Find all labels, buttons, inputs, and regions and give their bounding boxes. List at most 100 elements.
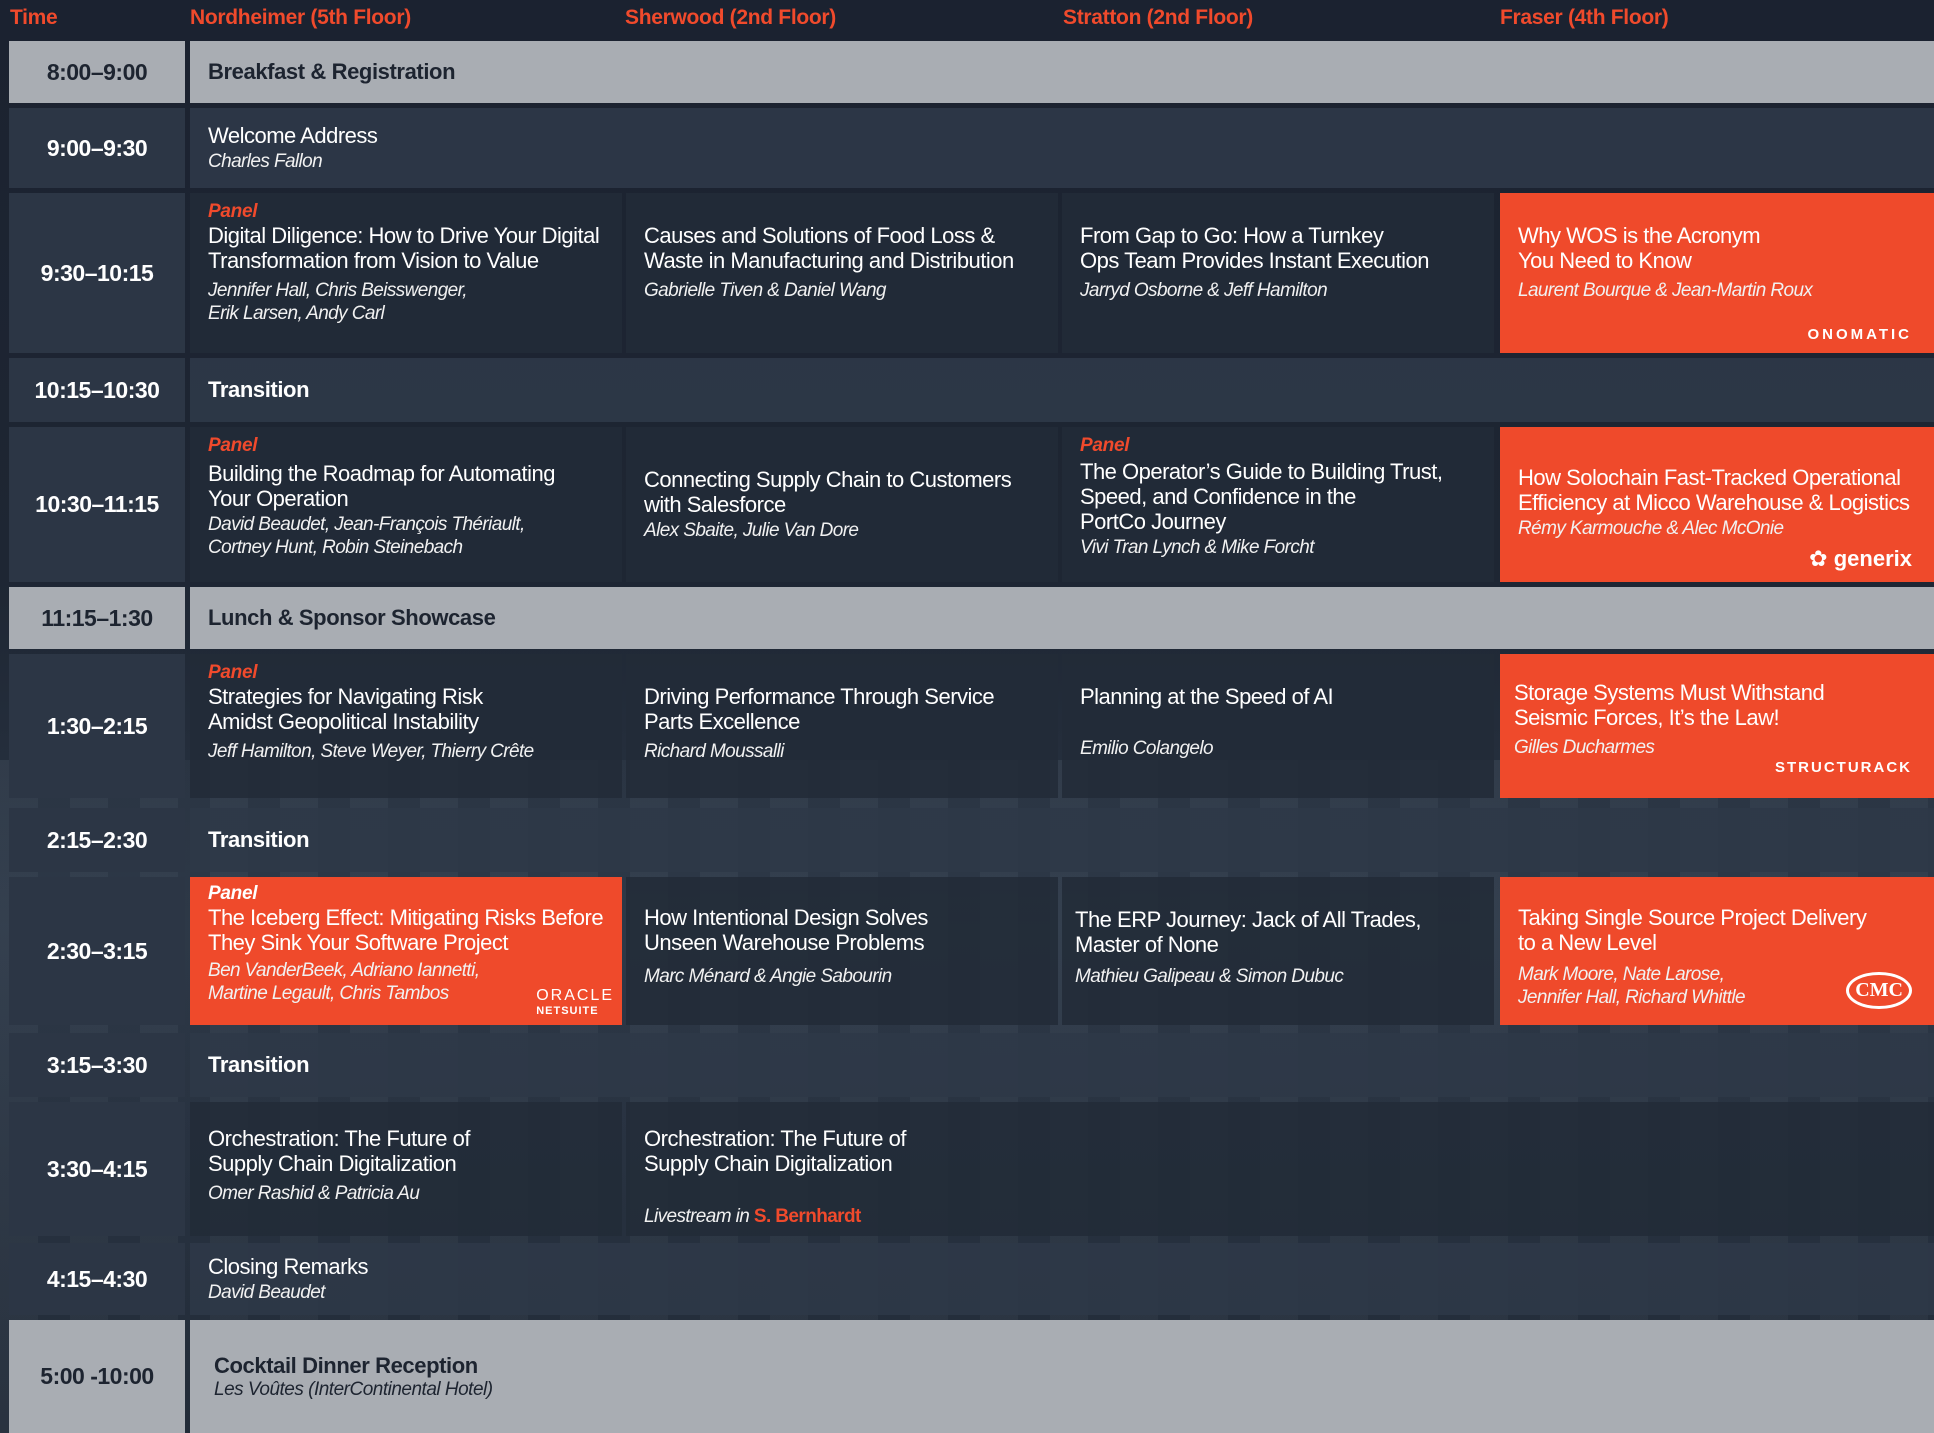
generix-logo: ✿ generix (1809, 546, 1912, 571)
session-cell[interactable]: The ERP Journey: Jack of All Trades, Mas… (1062, 877, 1494, 1025)
header-nordheimer: Nordheimer (5th Floor) (190, 6, 411, 29)
breakfast-band: Breakfast & Registration (190, 41, 1934, 103)
session-speakers: Gabrielle Tiven & Daniel Wang (644, 280, 886, 301)
session-cell[interactable]: Panel Strategies for Navigating Risk Ami… (190, 654, 622, 798)
session-title: The Iceberg Effect: Mitigating Risks Bef… (208, 905, 604, 955)
header-stratton: Stratton (2nd Floor) (1063, 6, 1253, 29)
welcome-band: Welcome Address Charles Fallon (190, 108, 1934, 188)
event-venue: Les Voûtes (InterContinental Hotel) (214, 1378, 493, 1400)
session-speakers: David Beaudet, Jean-François Thériault, … (208, 514, 525, 558)
transition-band: Transition (190, 808, 1934, 872)
header-sherwood: Sherwood (2nd Floor) (625, 6, 836, 29)
transition-band: Transition (190, 1033, 1934, 1097)
band-title: Breakfast & Registration (208, 59, 456, 84)
band-title: Transition (208, 377, 310, 402)
time-slot: 3:15–3:30 (9, 1033, 185, 1097)
session-title: How Intentional Design Solves Unseen War… (644, 905, 928, 955)
band-title: Transition (208, 827, 310, 852)
cmc-logo: CMC (1846, 972, 1912, 1009)
time-slot: 1:30–2:15 (9, 654, 185, 798)
session-cell[interactable]: Panel Digital Diligence: How to Drive Yo… (190, 193, 622, 353)
session-speakers: Richard Moussalli (644, 741, 784, 762)
session-title: Strategies for Navigating Risk Amidst Ge… (208, 684, 483, 734)
onomatic-logo: ONOMATIC (1807, 326, 1912, 343)
time-slot: 9:30–10:15 (9, 193, 185, 353)
session-title: The Operator’s Guide to Building Trust, … (1080, 459, 1443, 534)
session-title: Building the Roadmap for Automating Your… (208, 461, 555, 511)
session-cell[interactable]: Panel The Operator’s Guide to Building T… (1062, 427, 1494, 582)
session-speakers: Marc Ménard & Angie Sabourin (644, 966, 892, 987)
time-slot: 9:00–9:30 (9, 108, 185, 188)
panel-tag: Panel (208, 883, 258, 904)
session-speakers: Alex Sbaite, Julie Van Dore (644, 520, 859, 541)
time-slot: 10:30–11:15 (9, 427, 185, 582)
livestream-venue: S. Bernhardt (753, 1206, 861, 1227)
session-speakers: Jeff Hamilton, Steve Weyer, Thierry Crêt… (208, 741, 534, 762)
oracle-netsuite-logo: ORACLE NETSUITE (536, 987, 614, 1017)
session-speakers: Omer Rashid & Patricia Au (208, 1183, 420, 1204)
session-speaker: Charles Fallon (208, 151, 323, 172)
header-time: Time (10, 6, 58, 29)
session-title: Digital Diligence: How to Drive Your Dig… (208, 223, 600, 273)
sponsor-session-cell[interactable]: Taking Single Source Project Delivery to… (1500, 877, 1934, 1025)
session-speakers: Jarryd Osborne & Jeff Hamilton (1080, 280, 1328, 301)
session-cell[interactable]: How Intentional Design Solves Unseen War… (626, 877, 1058, 1025)
session-cell[interactable]: Panel Building the Roadmap for Automatin… (190, 427, 622, 582)
time-slot: 3:30–4:15 (9, 1102, 185, 1236)
session-title: From Gap to Go: How a Turnkey Ops Team P… (1080, 223, 1429, 273)
panel-tag: Panel (1080, 435, 1130, 456)
session-title: Planning at the Speed of AI (1080, 684, 1334, 709)
session-title: Connecting Supply Chain to Customers wit… (644, 467, 1012, 517)
session-title: Taking Single Source Project Delivery to… (1518, 905, 1867, 955)
session-speakers: Laurent Bourque & Jean-Martin Roux (1518, 280, 1813, 301)
sponsor-session-cell[interactable]: Panel The Iceberg Effect: Mitigating Ris… (190, 877, 622, 1025)
livestream-note: Livestream in S. Bernhardt (644, 1206, 861, 1227)
panel-tag: Panel (208, 662, 258, 683)
session-speakers: Gilles Ducharmes (1514, 737, 1655, 758)
panel-tag: Panel (208, 435, 258, 456)
structurack-logo: STRUCTURACK (1775, 759, 1912, 776)
session-speakers: Emilio Colangelo (1080, 738, 1214, 759)
session-cell[interactable]: From Gap to Go: How a Turnkey Ops Team P… (1062, 193, 1494, 353)
session-title: Closing Remarks (208, 1254, 369, 1279)
sponsor-session-cell[interactable]: Storage Systems Must Withstand Seismic F… (1500, 654, 1934, 798)
session-cell[interactable]: Orchestration: The Future of Supply Chai… (190, 1102, 622, 1236)
session-title: Orchestration: The Future of Supply Chai… (644, 1126, 906, 1176)
band-title: Cocktail Dinner Reception (214, 1352, 478, 1378)
time-slot: 10:15–10:30 (9, 358, 185, 422)
panel-tag: Panel (208, 201, 258, 222)
session-speaker: David Beaudet (208, 1282, 325, 1303)
time-slot: 5:00 -10:00 (9, 1320, 185, 1433)
session-title: Storage Systems Must Withstand Seismic F… (1514, 680, 1825, 730)
session-speakers: Mathieu Galipeau & Simon Dubuc (1075, 966, 1344, 987)
time-slot: 2:15–2:30 (9, 808, 185, 872)
session-speakers: Vivi Tran Lynch & Mike Forcht (1080, 537, 1315, 558)
session-cell[interactable]: Causes and Solutions of Food Loss & Wast… (626, 193, 1058, 353)
session-title: Welcome Address (208, 123, 378, 148)
livestream-session-cell[interactable]: Orchestration: The Future of Supply Chai… (626, 1102, 1934, 1236)
session-title: Orchestration: The Future of Supply Chai… (208, 1126, 470, 1176)
header-fraser: Fraser (4th Floor) (1500, 6, 1669, 29)
transition-band: Transition (190, 358, 1934, 422)
sponsor-session-cell[interactable]: How Solochain Fast-Tracked Operational E… (1500, 427, 1934, 582)
time-slot: 11:15–1:30 (9, 587, 185, 649)
sponsor-session-cell[interactable]: Why WOS is the Acronym You Need to Know … (1500, 193, 1934, 353)
session-speakers: Rémy Karmouche & Alec McOnie (1518, 518, 1784, 539)
session-title: Driving Performance Through Service Part… (644, 684, 995, 734)
session-title: The ERP Journey: Jack of All Trades, Mas… (1075, 907, 1422, 957)
session-cell[interactable]: Planning at the Speed of AI Emilio Colan… (1062, 654, 1494, 798)
lunch-band: Lunch & Sponsor Showcase (190, 587, 1934, 649)
session-cell[interactable]: Connecting Supply Chain to Customers wit… (626, 427, 1058, 582)
session-title: Why WOS is the Acronym You Need to Know (1518, 223, 1761, 273)
band-title: Lunch & Sponsor Showcase (208, 605, 496, 630)
session-title: Causes and Solutions of Food Loss & Wast… (644, 223, 1014, 273)
closing-band: Closing Remarks David Beaudet (190, 1243, 1934, 1315)
time-slot: 4:15–4:30 (9, 1243, 185, 1315)
band-title: Transition (208, 1052, 310, 1077)
session-cell[interactable]: Driving Performance Through Service Part… (626, 654, 1058, 798)
session-title: How Solochain Fast-Tracked Operational E… (1518, 465, 1910, 515)
session-speakers: Jennifer Hall, Chris Beisswenger, Erik L… (208, 280, 468, 324)
time-slot: 2:30–3:15 (9, 877, 185, 1025)
time-slot: 8:00–9:00 (9, 41, 185, 103)
generix-mark-icon: ✿ (1809, 546, 1828, 571)
